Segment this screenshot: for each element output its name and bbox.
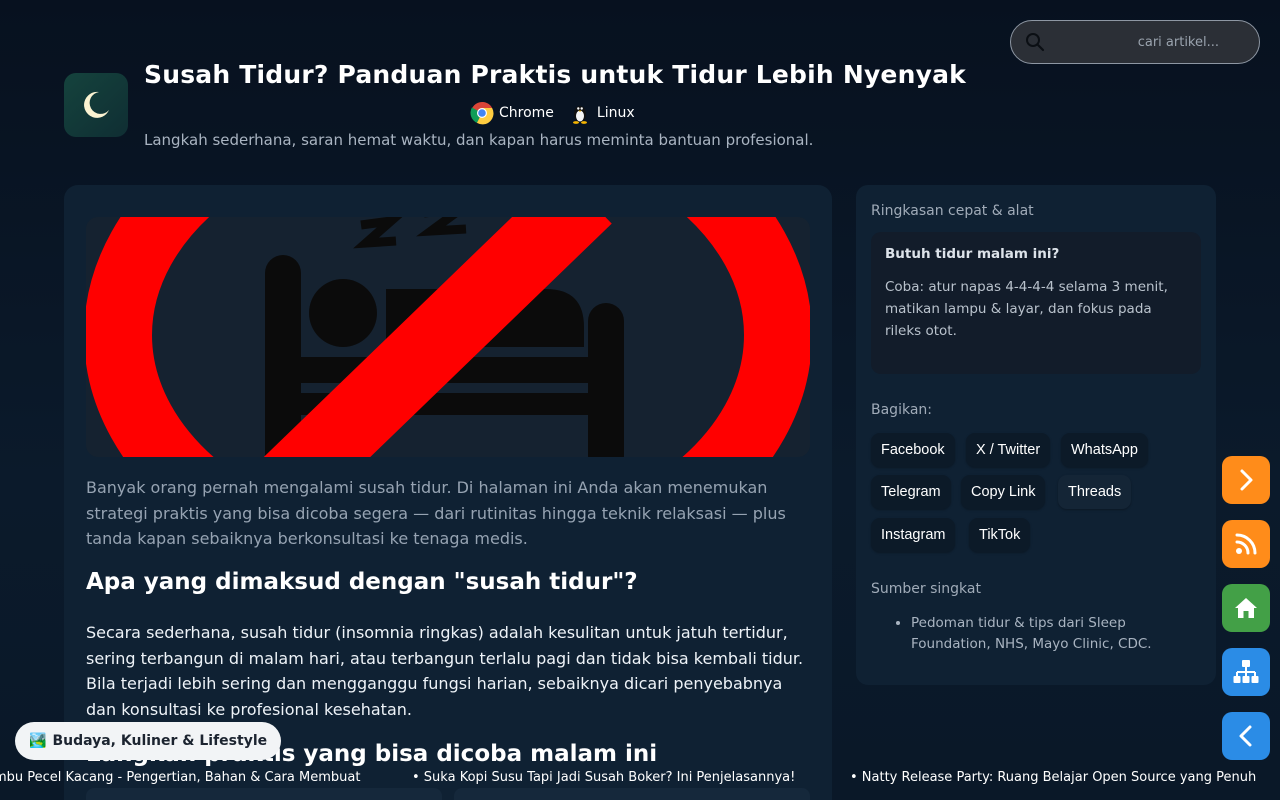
tip-box: Butuh tidur malam ini? Coba: atur napas … [871,232,1201,374]
sitemap-button[interactable] [1222,648,1270,696]
sources-label: Sumber singkat [871,581,981,597]
sidebar: Ringkasan cepat & alat Butuh tidur malam… [856,185,1216,685]
previous-button[interactable] [1222,712,1270,760]
sources-list: Pedoman tidur & tips dari Sleep Foundati… [911,613,1181,655]
definition-text: Secara sederhana, susah tidur (insomnia … [86,623,804,719]
category-label: Budaya, Kuliner & Lifestyle [52,733,268,749]
share-tiktok-button[interactable]: TikTok [969,518,1031,552]
share-threads-button[interactable]: Threads [1058,475,1132,509]
hero-image [86,217,810,457]
sitemap-icon [1233,660,1259,683]
tux-icon [572,106,587,124]
article-intro: Banyak orang pernah mengalami susah tidu… [86,478,786,548]
chevron-right-icon [1240,469,1253,491]
share-whatsapp-button[interactable]: WhatsApp [1061,433,1148,467]
summary-label: Ringkasan cepat & alat [871,203,1034,219]
share-instagram-button[interactable]: Instagram [871,518,956,552]
source-item: Pedoman tidur & tips dari Sleep Foundati… [911,613,1181,655]
share-facebook-button[interactable]: Facebook [871,433,955,467]
ticker-item[interactable]: • Natty Release Party: Ruang Belajar Ope… [850,770,1256,785]
article-card: Banyak orang pernah mengalami susah tidu… [64,185,832,800]
rss-button[interactable] [1222,520,1270,568]
home-icon [1235,598,1257,618]
platform-list: Chrome Linux [470,101,635,125]
tip-text: Coba: atur napas 4-4-4-4 selama 3 menit,… [885,279,1168,339]
site-logo[interactable] [64,73,128,137]
page-subtitle: Langkah sederhana, saran hemat waktu, da… [144,131,814,149]
moon-icon [84,91,109,118]
share-telegram-button[interactable]: Telegram [871,475,951,509]
search-icon [1026,33,1045,52]
ticker-item[interactable]: mbu Pecel Kacang - Pengertian, Bahan & C… [0,770,360,785]
chevron-left-icon [1239,725,1252,747]
search-box[interactable] [1010,20,1260,64]
home-button[interactable] [1222,584,1270,632]
rss-icon [1235,533,1257,555]
news-ticker: mbu Pecel Kacang - Pengertian, Bahan & C… [0,768,1280,790]
copy-link-button[interactable]: Copy Link [961,475,1046,509]
no-sleep-icon [86,217,810,457]
chrome-icon [470,101,494,125]
page-title: Susah Tidur? Panduan Praktis untuk Tidur… [144,60,966,89]
ticker-item[interactable]: • Suka Kopi Susu Tapi Jadi Susah Boker? … [412,770,795,785]
platform-chrome-label: Chrome [499,105,554,121]
platform-linux: Linux [568,101,635,125]
share-label: Bagikan: [871,402,932,418]
search-input[interactable] [1045,34,1245,50]
platform-chrome: Chrome [470,101,554,125]
platform-linux-label: Linux [596,105,635,121]
share-twitter-button[interactable]: X / Twitter [966,433,1051,467]
category-badge[interactable]: 🏞️ Budaya, Kuliner & Lifestyle [15,722,282,760]
tip-title: Butuh tidur malam ini? [885,246,1060,262]
next-button[interactable] [1222,456,1270,504]
heading-definition: Apa yang dimaksud dengan "susah tidur"? [86,569,638,595]
landscape-icon: 🏞️ [29,733,47,749]
